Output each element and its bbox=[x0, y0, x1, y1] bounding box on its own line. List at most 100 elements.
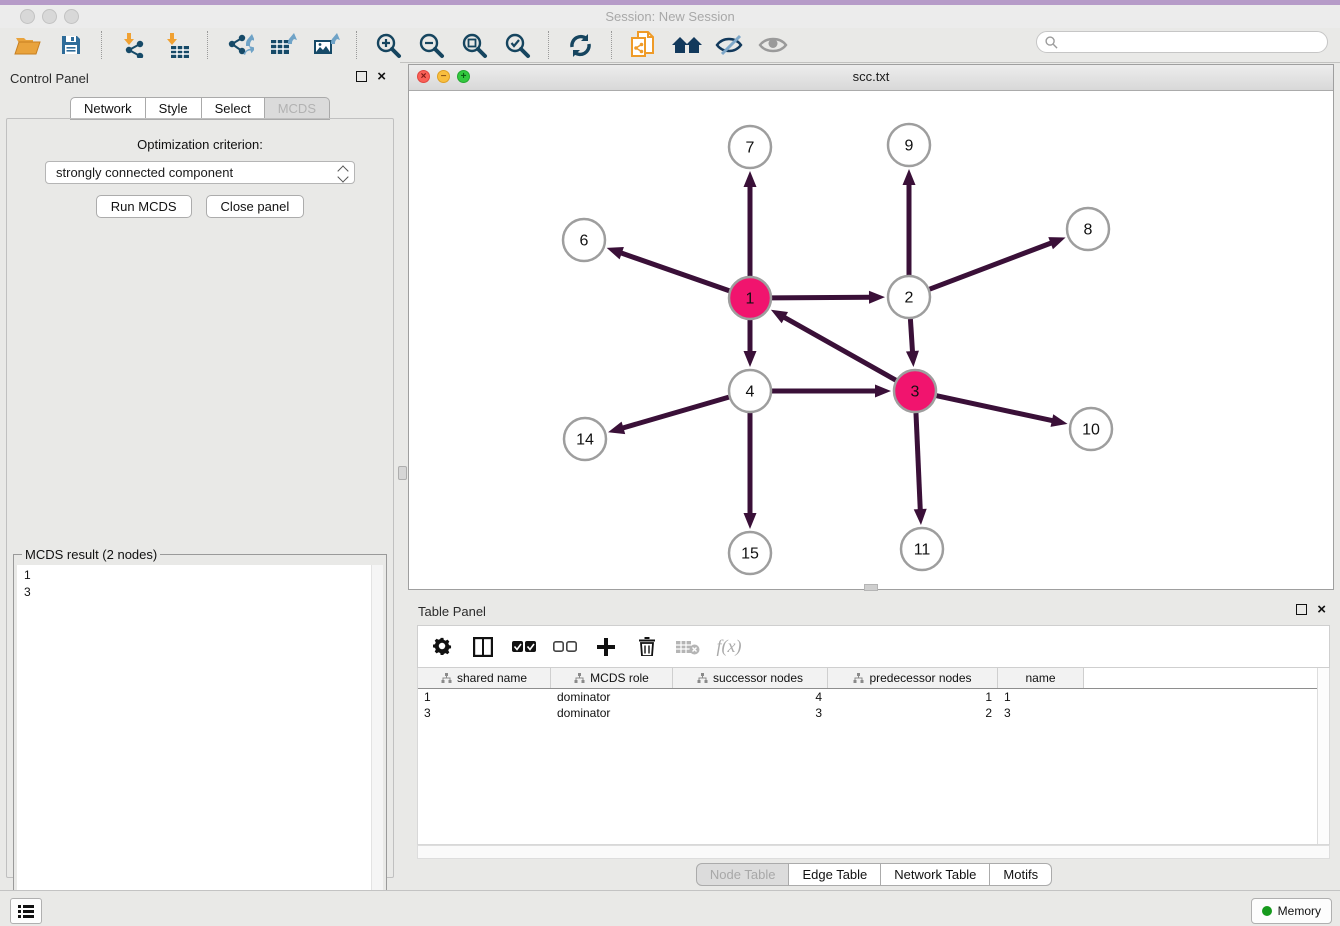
graph-edge-2-3[interactable] bbox=[910, 319, 912, 353]
import-network-button[interactable] bbox=[112, 30, 155, 60]
column-header-predecessor-nodes[interactable]: predecessor nodes bbox=[828, 668, 998, 688]
table-row[interactable]: 3dominator323 bbox=[418, 705, 1329, 721]
export-network-button[interactable] bbox=[218, 30, 261, 60]
close-table-panel-icon[interactable]: × bbox=[1317, 605, 1326, 615]
table-cell[interactable]: dominator bbox=[551, 690, 673, 704]
network-window-resize-handle[interactable] bbox=[864, 584, 878, 591]
network-from-selection-button[interactable] bbox=[622, 30, 665, 60]
table-cell[interactable]: 1 bbox=[998, 690, 1084, 704]
close-panel-button[interactable]: Close panel bbox=[206, 195, 305, 218]
show-home-button[interactable] bbox=[665, 30, 708, 60]
graph-edge-3-1[interactable] bbox=[783, 317, 896, 381]
panel-splitter-handle[interactable] bbox=[398, 466, 407, 480]
memory-button[interactable]: Memory bbox=[1251, 898, 1332, 924]
graph-node-1[interactable]: 1 bbox=[729, 277, 771, 319]
show-panels-button[interactable] bbox=[10, 898, 42, 924]
close-window-icon[interactable] bbox=[20, 9, 35, 24]
tab-motifs[interactable]: Motifs bbox=[990, 863, 1052, 886]
criterion-select[interactable]: strongly connected component bbox=[45, 161, 355, 184]
refresh-view-button[interactable] bbox=[559, 30, 602, 60]
export-image-button[interactable] bbox=[304, 30, 347, 60]
graph-edge-1-6[interactable] bbox=[620, 253, 729, 291]
table-cell[interactable]: 4 bbox=[673, 690, 828, 704]
graph-node-3[interactable]: 3 bbox=[894, 370, 936, 412]
import-table-button[interactable] bbox=[155, 30, 198, 60]
settings-gear-button[interactable] bbox=[430, 635, 454, 659]
search-input[interactable] bbox=[1063, 34, 1327, 50]
column-header-shared-name[interactable]: shared name bbox=[418, 668, 551, 688]
graph-node-2[interactable]: 2 bbox=[888, 276, 930, 318]
column-header-name[interactable]: name bbox=[998, 668, 1084, 688]
function-builder-button[interactable]: f(x) bbox=[717, 635, 741, 659]
graph-edge-3-10[interactable] bbox=[937, 396, 1054, 421]
column-header-MCDS-role[interactable]: MCDS role bbox=[551, 668, 673, 688]
graph-node-10[interactable]: 10 bbox=[1070, 408, 1112, 450]
open-session-button[interactable] bbox=[6, 30, 49, 60]
search-field[interactable] bbox=[1036, 31, 1328, 53]
run-mcds-button[interactable]: Run MCDS bbox=[96, 195, 192, 218]
node-table[interactable]: shared name MCDS rolesuccessor nodesprede… bbox=[417, 668, 1330, 845]
graph-node-6[interactable]: 6 bbox=[563, 219, 605, 261]
deselect-all-button[interactable] bbox=[553, 635, 577, 659]
tab-node-table[interactable]: Node Table bbox=[696, 863, 790, 886]
table-cell[interactable]: 3 bbox=[998, 706, 1084, 720]
graph-node-8[interactable]: 8 bbox=[1067, 208, 1109, 250]
save-session-button[interactable] bbox=[49, 30, 92, 60]
network-window-titlebar[interactable]: × − + scc.txt bbox=[409, 65, 1333, 91]
close-panel-icon[interactable]: × bbox=[377, 72, 386, 82]
graph-node-11[interactable]: 11 bbox=[901, 528, 943, 570]
minimize-window-icon[interactable] bbox=[42, 9, 57, 24]
column-label: shared name bbox=[457, 671, 527, 685]
zoom-fit-button[interactable] bbox=[453, 30, 496, 60]
select-all-button[interactable] bbox=[512, 635, 536, 659]
graph-node-15[interactable]: 15 bbox=[729, 532, 771, 574]
float-table-panel-icon[interactable] bbox=[1296, 604, 1307, 615]
table-row[interactable]: 1dominator411 bbox=[418, 689, 1329, 705]
zoom-in-button[interactable] bbox=[367, 30, 410, 60]
column-header-successor-nodes[interactable]: successor nodes bbox=[673, 668, 828, 688]
add-row-button[interactable] bbox=[594, 635, 618, 659]
zoom-out-button[interactable] bbox=[410, 30, 453, 60]
network-minimize-icon[interactable]: − bbox=[437, 70, 450, 83]
mcds-result-box[interactable]: 1 3 bbox=[17, 565, 383, 915]
tab-select[interactable]: Select bbox=[202, 97, 265, 120]
zoom-window-icon[interactable] bbox=[64, 9, 79, 24]
result-scrollbar[interactable] bbox=[371, 565, 383, 915]
table-cell[interactable]: 1 bbox=[418, 690, 551, 704]
table-cell[interactable]: 2 bbox=[828, 706, 998, 720]
graph-node-9[interactable]: 9 bbox=[888, 124, 930, 166]
graph-edge-1-2[interactable] bbox=[772, 297, 871, 298]
trash-icon bbox=[639, 637, 655, 656]
tab-edge-table[interactable]: Edge Table bbox=[789, 863, 881, 886]
edge-arrowhead-icon bbox=[744, 351, 757, 367]
delete-table-button[interactable] bbox=[676, 635, 700, 659]
network-zoom-icon[interactable]: + bbox=[457, 70, 470, 83]
show-selected-button[interactable] bbox=[751, 30, 794, 60]
tab-network-table[interactable]: Network Table bbox=[881, 863, 990, 886]
graph-edge-2-8[interactable] bbox=[930, 242, 1053, 289]
table-cell[interactable]: 1 bbox=[828, 690, 998, 704]
table-vertical-scrollbar[interactable] bbox=[1317, 668, 1329, 844]
export-table-button[interactable] bbox=[261, 30, 304, 60]
float-panel-icon[interactable] bbox=[356, 71, 367, 82]
graph-edge-3-11[interactable] bbox=[916, 413, 920, 511]
tab-style[interactable]: Style bbox=[146, 97, 202, 120]
network-close-icon[interactable]: × bbox=[417, 70, 430, 83]
window-traffic-lights-inactive[interactable] bbox=[20, 9, 86, 29]
graph-node-7[interactable]: 7 bbox=[729, 126, 771, 168]
show-column-button[interactable] bbox=[471, 635, 495, 659]
table-cell[interactable]: dominator bbox=[551, 706, 673, 720]
table-horizontal-scrollbar[interactable] bbox=[417, 845, 1330, 859]
graph-node-4[interactable]: 4 bbox=[729, 370, 771, 412]
graph-node-14[interactable]: 14 bbox=[564, 418, 606, 460]
table-cell[interactable]: 3 bbox=[673, 706, 828, 720]
graph-edge-4-14[interactable] bbox=[621, 397, 728, 428]
network-graph-canvas[interactable]: 7 9 6 8 1 2 4 3 14 10 15 11 bbox=[409, 90, 1333, 589]
hide-selected-button[interactable] bbox=[708, 30, 751, 60]
table-cell[interactable]: 3 bbox=[418, 706, 551, 720]
tab-mcds[interactable]: MCDS bbox=[265, 97, 330, 120]
tab-network[interactable]: Network bbox=[70, 97, 146, 120]
app-title: Session: New Session bbox=[0, 5, 1340, 28]
delete-row-button[interactable] bbox=[635, 635, 659, 659]
zoom-selected-button[interactable] bbox=[496, 30, 539, 60]
